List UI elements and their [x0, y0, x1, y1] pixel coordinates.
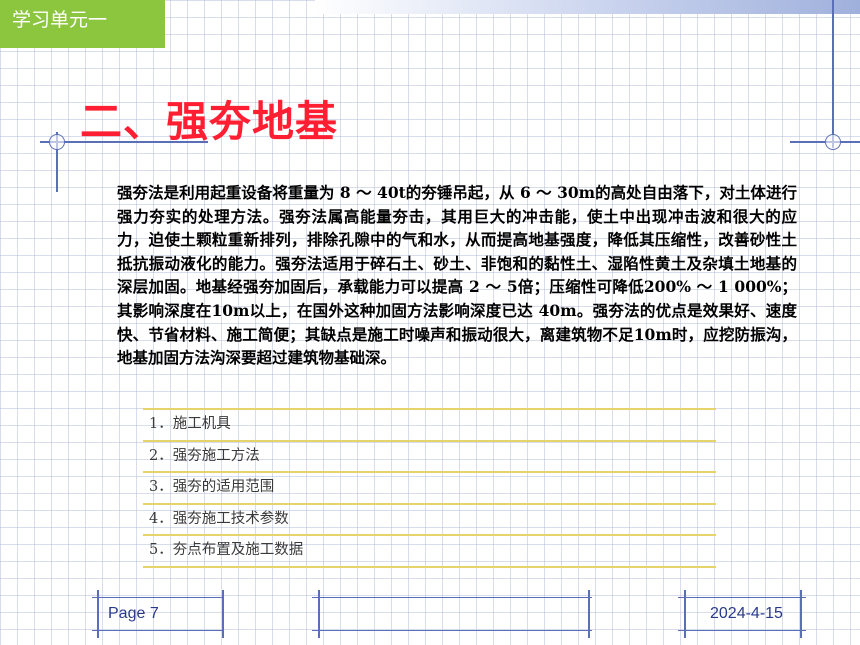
slide-title: 二、强夯地基: [80, 97, 339, 146]
list-item: 2．强夯施工方法: [143, 439, 716, 472]
footer-date: 2024-4-15: [710, 605, 783, 622]
list-item: 5．夯点布置及施工数据: [143, 534, 716, 566]
decor-circle: [49, 134, 65, 150]
page-number: Page 7: [108, 605, 159, 622]
decor-vertical-line: [832, 0, 834, 148]
top-decor-strip: [315, 0, 860, 14]
decor-vertical-line: [97, 590, 99, 638]
unit-label: 学习单元一: [12, 9, 108, 31]
list-item: 3．强夯的适用范围: [143, 471, 716, 503]
decor-vertical-line: [222, 590, 224, 638]
body-paragraph: 强夯法是利用起重设备将重量为 8 ～ 40t的夯锤吊起，从 6 ～ 30m的高处…: [117, 183, 797, 368]
list-divider: [143, 565, 716, 568]
list-item: 1．施工机具: [143, 408, 716, 440]
decor-vertical-line: [318, 590, 320, 638]
decor-vertical-line: [684, 590, 686, 638]
decor-circle: [825, 134, 841, 150]
decor-vertical-line: [588, 590, 590, 638]
topic-list: 1．施工机具 2．强夯施工方法 3．强夯的适用范围 4．强夯施工技术参数 5．夯…: [143, 408, 716, 568]
decor-vertical-line: [800, 590, 802, 638]
footer-middle-box: [312, 597, 592, 631]
list-item: 4．强夯施工技术参数: [143, 502, 716, 535]
unit-tab: 学习单元一: [0, 0, 165, 48]
